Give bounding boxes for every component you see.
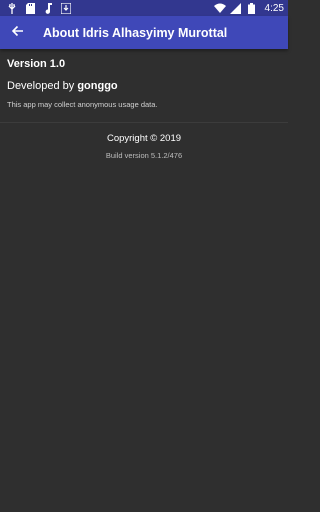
back-button[interactable] bbox=[1, 16, 33, 49]
arrow-back-icon bbox=[11, 24, 23, 42]
notification-icons bbox=[6, 2, 72, 14]
sd-card-icon bbox=[24, 2, 36, 14]
music-note-icon bbox=[42, 2, 54, 14]
wifi-icon bbox=[213, 2, 226, 14]
system-icons: 4:25 bbox=[213, 2, 284, 14]
developer-name: gonggo bbox=[77, 80, 118, 92]
page-title: About Idris Alhasyimy Murottal bbox=[43, 25, 228, 40]
battery-icon bbox=[246, 2, 258, 14]
developer-line: Developed by gonggo bbox=[7, 80, 118, 92]
build-version: Build version 5.1.2/476 bbox=[105, 151, 183, 160]
download-icon bbox=[60, 2, 72, 14]
usb-icon bbox=[6, 2, 18, 14]
status-time: 4:25 bbox=[264, 2, 284, 14]
analytics-notice: This app may collect anonymous usage dat… bbox=[7, 100, 158, 109]
divider bbox=[0, 122, 288, 123]
developed-prefix: Developed by bbox=[7, 80, 78, 92]
signal-icon bbox=[230, 2, 242, 14]
status-bar: 4:25 bbox=[0, 0, 288, 16]
app-bar: About Idris Alhasyimy Murottal bbox=[0, 16, 288, 49]
copyright-text: Copyright © 2019 bbox=[106, 133, 182, 144]
version-label: Version 1.0 bbox=[7, 58, 66, 70]
